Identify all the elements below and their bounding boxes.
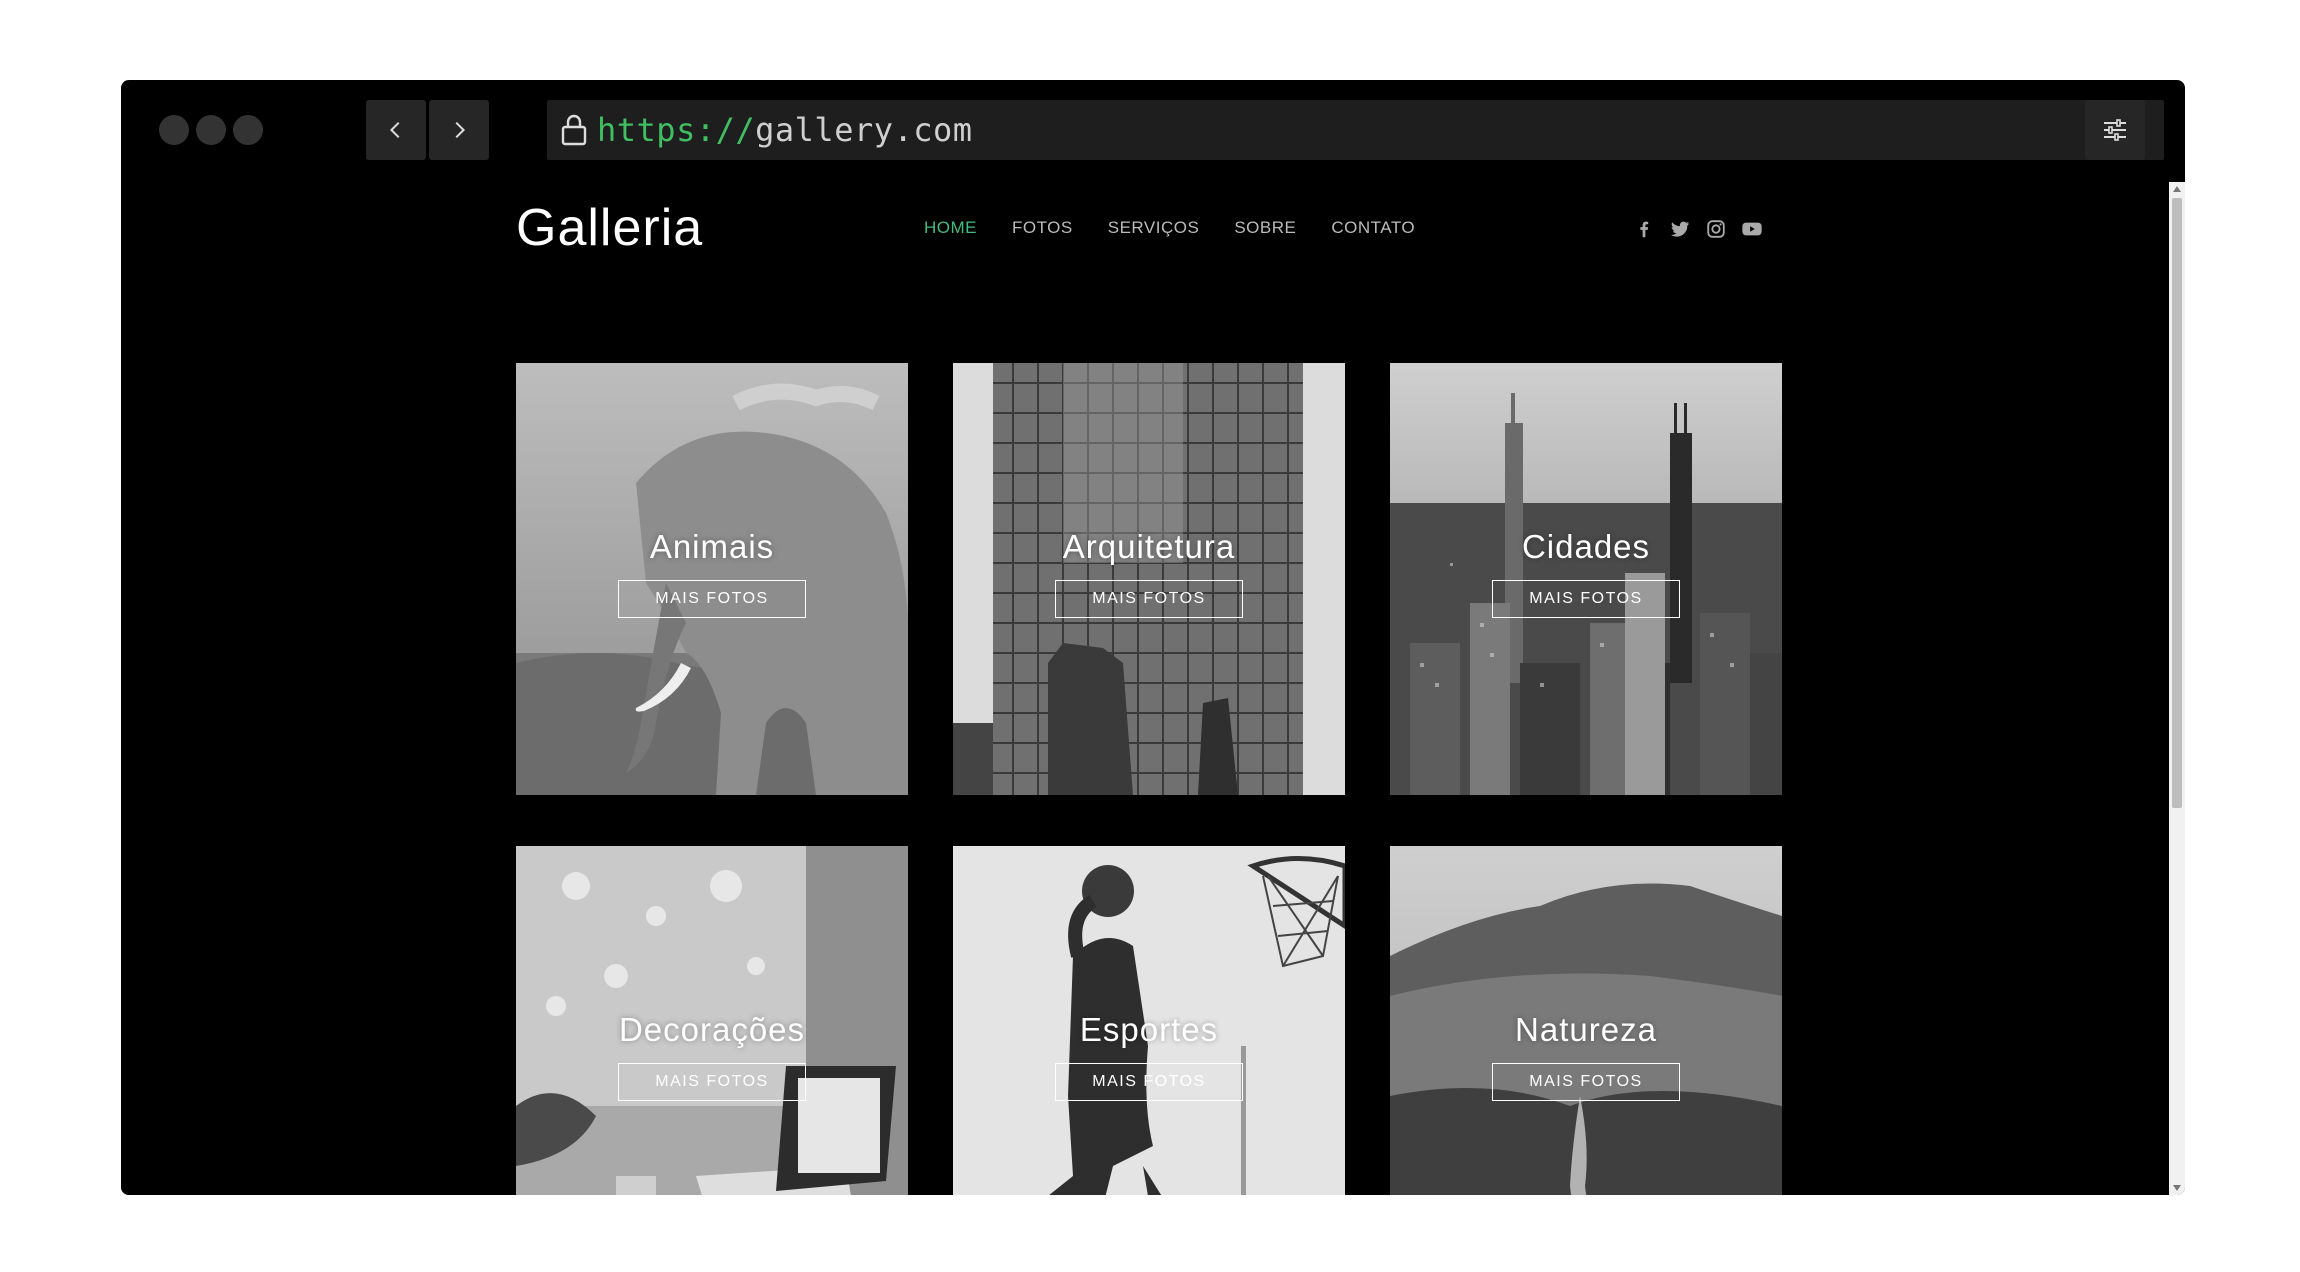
card-title: Cidades (1521, 528, 1651, 565)
card-title: Animais (649, 528, 775, 565)
gallery-card-decoracoes[interactable]: Decorações MAIS FOTOS (516, 846, 908, 1195)
minimize-window-dot[interactable] (196, 115, 226, 145)
main-menu: HOME FOTOS SERVIÇOS SOBRE CONTATO (924, 218, 1450, 238)
browser-toolbar: https://gallery.com (121, 80, 2185, 180)
more-photos-button[interactable]: MAIS FOTOS (1492, 1063, 1680, 1101)
facebook-icon[interactable] (1633, 218, 1655, 240)
scroll-down-arrow-icon[interactable] (2173, 1185, 2181, 1191)
instagram-icon[interactable] (1705, 218, 1727, 240)
scroll-up-arrow-icon[interactable] (2173, 186, 2181, 192)
close-window-dot[interactable] (159, 115, 189, 145)
url-text: https://gallery.com (597, 111, 973, 149)
youtube-icon[interactable] (1741, 218, 1763, 240)
twitter-icon[interactable] (1669, 218, 1691, 240)
menu-item-contato[interactable]: CONTATO (1331, 218, 1415, 238)
gallery-card-natureza[interactable]: Natureza MAIS FOTOS (1390, 846, 1782, 1195)
sliders-icon (2104, 119, 2126, 141)
back-button[interactable] (366, 100, 426, 160)
card-title: Esportes (1079, 1011, 1219, 1048)
url-host: gallery.com (755, 111, 973, 149)
more-photos-button[interactable]: MAIS FOTOS (1055, 580, 1243, 618)
menu-item-home[interactable]: HOME (924, 218, 977, 238)
gallery-card-animais[interactable]: Animais MAIS FOTOS (516, 363, 908, 795)
more-photos-button[interactable]: MAIS FOTOS (618, 1063, 806, 1101)
card-title: Arquitetura (1062, 528, 1236, 565)
chevron-left-icon (389, 121, 400, 139)
menu-item-servicos[interactable]: SERVIÇOS (1108, 218, 1200, 238)
window-controls (159, 115, 263, 145)
chevron-right-icon (455, 121, 466, 139)
more-photos-button[interactable]: MAIS FOTOS (1492, 580, 1680, 618)
more-photos-button[interactable]: MAIS FOTOS (1055, 1063, 1243, 1101)
settings-button[interactable] (2085, 100, 2145, 160)
gallery-card-esportes[interactable]: Esportes MAIS FOTOS (953, 846, 1345, 1195)
url-scheme: https:// (597, 111, 756, 149)
card-title: Natureza (1515, 1011, 1657, 1048)
maximize-window-dot[interactable] (233, 115, 263, 145)
gallery-card-cidades[interactable]: Cidades MAIS FOTOS (1390, 363, 1782, 795)
address-bar[interactable]: https://gallery.com (547, 100, 2164, 160)
social-links (1633, 218, 1763, 240)
lock-icon (561, 114, 587, 146)
site-header: Galleria HOME FOTOS SERVIÇOS SOBRE CONTA… (121, 180, 2169, 270)
menu-item-sobre[interactable]: SOBRE (1234, 218, 1296, 238)
gallery-card-arquitetura[interactable]: Arquitetura MAIS FOTOS (953, 363, 1345, 795)
scroll-thumb[interactable] (2172, 198, 2182, 808)
card-title: Decorações (618, 1011, 806, 1048)
menu-item-fotos[interactable]: FOTOS (1012, 218, 1073, 238)
more-photos-button[interactable]: MAIS FOTOS (618, 580, 806, 618)
site-logo[interactable]: Galleria (516, 198, 703, 258)
browser-window: https://gallery.com Galleria HOME FOTOS … (121, 80, 2185, 1195)
forward-button[interactable] (429, 100, 489, 160)
page-viewport: Galleria HOME FOTOS SERVIÇOS SOBRE CONTA… (121, 180, 2169, 1195)
vertical-scrollbar[interactable] (2169, 182, 2185, 1195)
